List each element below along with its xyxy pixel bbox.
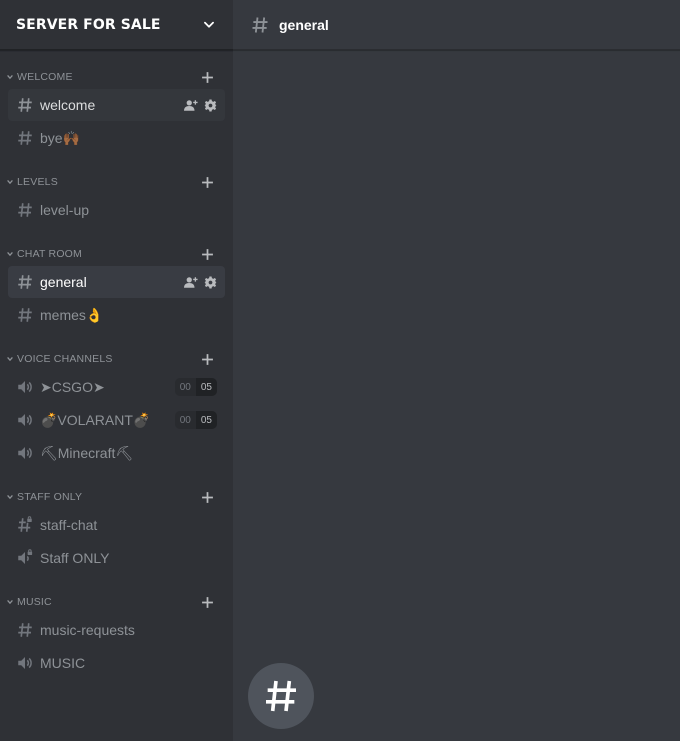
add-channel-icon[interactable] [199, 594, 215, 610]
hash-icon [16, 201, 34, 219]
channel-bye[interactable]: bye🙌🏾 [8, 122, 225, 154]
category-label: MUSIC [17, 596, 52, 608]
channel-welcome[interactable]: welcome [8, 89, 225, 121]
category-music[interactable]: MUSIC [0, 591, 233, 613]
channel-staff-voice[interactable]: Staff ONLY [8, 542, 225, 574]
locked-hash-icon [16, 516, 34, 534]
add-channel-icon[interactable] [199, 69, 215, 85]
user-limit-badge: 00 05 [174, 411, 217, 429]
channel-list: WELCOME welcome bye🙌🏾 LEVELS level-up CH… [0, 50, 233, 679]
invite-icon[interactable] [184, 275, 198, 289]
channel-name: music-requests [40, 622, 135, 638]
user-limit-badge: 00 05 [174, 378, 217, 396]
add-channel-icon[interactable] [199, 174, 215, 190]
category-chat-room[interactable]: CHAT ROOM [0, 243, 233, 265]
hash-icon [16, 621, 34, 639]
category-levels[interactable]: LEVELS [0, 171, 233, 193]
channel-name: MUSIC [40, 655, 86, 671]
caret-down-icon [4, 353, 16, 365]
channel-level-up[interactable]: level-up [8, 194, 225, 226]
add-channel-icon[interactable] [199, 351, 215, 367]
channel-name: Staff ONLY [40, 550, 110, 566]
category-welcome[interactable]: WELCOME [0, 66, 233, 88]
category-label: STAFF ONLY [17, 491, 83, 503]
invite-icon[interactable] [184, 98, 198, 112]
channel-header: general [233, 0, 680, 50]
channel-music-voice[interactable]: MUSIC [8, 647, 225, 679]
server-header[interactable]: SERVER FOR SALE [0, 0, 233, 50]
category-voice-channels[interactable]: VOICE CHANNELS [0, 348, 233, 370]
channel-name: level-up [40, 202, 90, 218]
caret-down-icon [4, 596, 16, 608]
gear-icon[interactable] [203, 275, 217, 289]
hash-icon [16, 273, 34, 291]
chat-area: general [233, 0, 680, 741]
channel-name: welcome [40, 97, 96, 113]
speaker-icon [16, 411, 34, 429]
user-count: 00 [174, 411, 196, 429]
channel-name: general [40, 274, 87, 290]
channel-volarant[interactable]: 💣VOLARANT💣 00 05 [8, 404, 225, 436]
channel-title: general [279, 16, 329, 33]
channel-music-requests[interactable]: music-requests [8, 614, 225, 646]
channel-sidebar: SERVER FOR SALE WELCOME welcome bye🙌🏾 LE… [0, 0, 233, 741]
channel-memes[interactable]: memes👌 [8, 299, 225, 331]
category-label: WELCOME [17, 71, 73, 83]
chevron-down-icon[interactable] [201, 17, 217, 33]
speaker-icon [16, 654, 34, 672]
discord-window: SERVER FOR SALE WELCOME welcome bye🙌🏾 LE… [0, 0, 680, 741]
caret-down-icon [4, 491, 16, 503]
channel-name: 💣VOLARANT💣 [40, 411, 151, 428]
category-staff-only[interactable]: STAFF ONLY [0, 486, 233, 508]
channel-name: bye🙌🏾 [40, 129, 81, 146]
gear-icon[interactable] [203, 98, 217, 112]
channel-welcome-hash-icon [248, 663, 314, 729]
speaker-icon [16, 444, 34, 462]
channel-name: memes👌 [40, 306, 104, 323]
caret-down-icon [4, 71, 16, 83]
add-channel-icon[interactable] [199, 489, 215, 505]
channel-name: ➤CSGO➤ [40, 378, 105, 395]
category-label: LEVELS [17, 176, 58, 188]
user-limit: 05 [195, 411, 217, 429]
locked-speaker-icon [16, 549, 34, 567]
hash-icon [249, 14, 271, 36]
hash-icon [16, 129, 34, 147]
user-limit: 05 [195, 378, 217, 396]
speaker-icon [16, 378, 34, 396]
caret-down-icon [4, 176, 16, 188]
category-label: CHAT ROOM [17, 248, 82, 260]
hash-icon [16, 96, 34, 114]
caret-down-icon [4, 248, 16, 260]
channel-name: ⛏Minecraft⛏ [40, 444, 134, 461]
hash-icon [16, 306, 34, 324]
channel-general[interactable]: general [8, 266, 225, 298]
category-label: VOICE CHANNELS [17, 353, 113, 365]
user-count: 00 [174, 378, 196, 396]
channel-name: staff-chat [40, 517, 98, 533]
channel-csgo[interactable]: ➤CSGO➤ 00 05 [8, 371, 225, 403]
channel-minecraft[interactable]: ⛏Minecraft⛏ [8, 437, 225, 469]
add-channel-icon[interactable] [199, 246, 215, 262]
server-name: SERVER FOR SALE [16, 16, 161, 33]
channel-staff-chat[interactable]: staff-chat [8, 509, 225, 541]
